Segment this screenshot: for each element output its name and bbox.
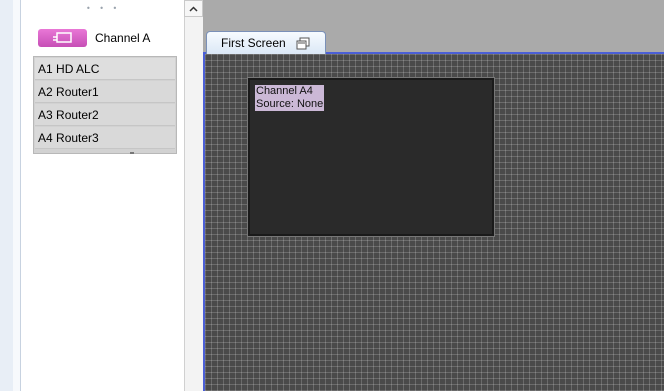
source-item-id: A1 [38, 61, 53, 76]
window-source-text: Source: None [256, 98, 324, 110]
channel-icon[interactable] [38, 29, 87, 47]
tab-first-screen[interactable]: First Screen [206, 31, 326, 54]
source-item-id: A4 [38, 130, 53, 145]
left-edge-strip-inner [13, 0, 21, 391]
window-channel-text: Channel A4 [256, 85, 313, 97]
source-item-name: HD ALC [56, 61, 100, 76]
source-item[interactable]: A2 Router1 [35, 81, 175, 103]
list-scroll-indicator[interactable] [130, 152, 134, 154]
monitor-icon [52, 32, 72, 43]
chevron-up-icon [189, 5, 198, 12]
source-item[interactable]: A3 Router2 [35, 104, 175, 126]
source-item-id: A3 [38, 107, 53, 122]
left-edge-strip [0, 0, 14, 391]
source-item[interactable]: A4 Router3 [35, 127, 175, 149]
restore-window-icon[interactable] [296, 36, 312, 50]
tab-label: First Screen [221, 36, 286, 50]
source-item-id: A2 [38, 84, 53, 99]
channel-label: Channel A [95, 31, 151, 45]
source-item[interactable]: A1 HD ALC [35, 58, 175, 80]
scroll-up-button[interactable] [184, 0, 203, 17]
panel-splitter[interactable] [184, 0, 205, 391]
source-item-name: Router3 [56, 130, 99, 145]
panel-grip-dots[interactable]: • • • [86, 4, 120, 13]
source-item-name: Router1 [56, 84, 99, 99]
source-item-name: Router2 [56, 107, 99, 122]
channel-header[interactable]: Channel A [38, 28, 150, 48]
source-list: A1 HD ALC A2 Router1 A3 Router2 A4 Route… [33, 56, 177, 154]
window-info-label: Channel A4 Source: None [255, 85, 325, 111]
